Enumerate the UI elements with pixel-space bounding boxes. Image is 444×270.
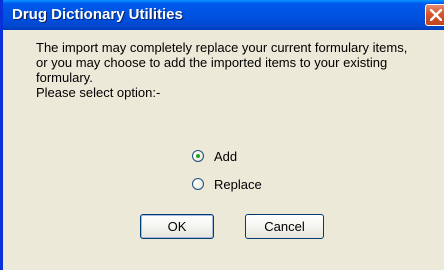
message-line: Please select option:- [36, 85, 161, 100]
message-line: formulary. [36, 70, 93, 85]
close-icon [430, 9, 442, 21]
option-replace[interactable]: Replace [192, 175, 262, 193]
close-button[interactable] [425, 4, 444, 26]
title-bar[interactable]: Drug Dictionary Utilities [3, 0, 444, 30]
message-text: The import may completely replace your c… [36, 40, 444, 100]
dialog-title: Drug Dictionary Utilities [12, 6, 183, 23]
option-replace-label: Replace [214, 176, 262, 192]
cancel-button[interactable]: Cancel [245, 214, 324, 239]
option-add[interactable]: Add [192, 147, 237, 165]
dialog-window: Drug Dictionary Utilities The import may… [0, 0, 444, 270]
message-line: or you may choose to add the imported it… [36, 55, 388, 70]
option-add-label: Add [214, 148, 238, 164]
ok-button[interactable]: OK [140, 214, 214, 239]
message-line: The import may completely replace your c… [36, 40, 408, 55]
radio-add[interactable] [192, 150, 204, 162]
radio-replace[interactable] [192, 178, 204, 190]
